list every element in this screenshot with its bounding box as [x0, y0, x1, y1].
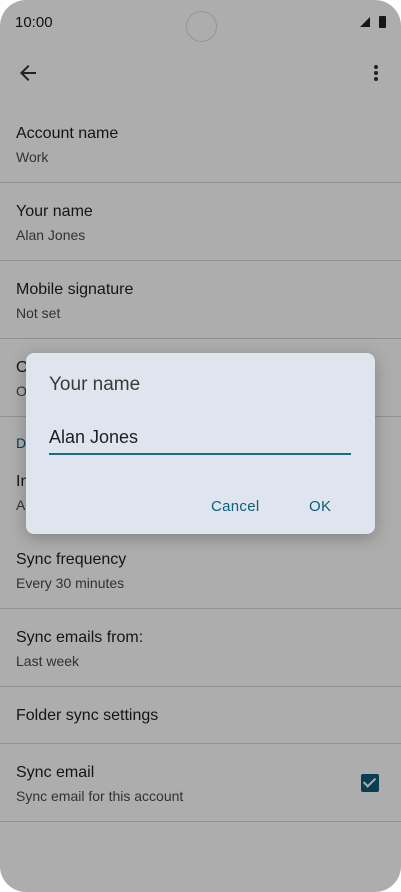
your-name-dialog: Your name Alan Jones Cancel OK — [26, 353, 375, 534]
cancel-button[interactable]: Cancel — [211, 498, 260, 515]
dialog-title: Your name — [49, 374, 141, 395]
phone-screen: 10:00 Account name Work Your name Alan J… — [0, 0, 401, 892]
name-input[interactable]: Alan Jones — [49, 427, 351, 455]
ok-button[interactable]: OK — [309, 498, 331, 515]
